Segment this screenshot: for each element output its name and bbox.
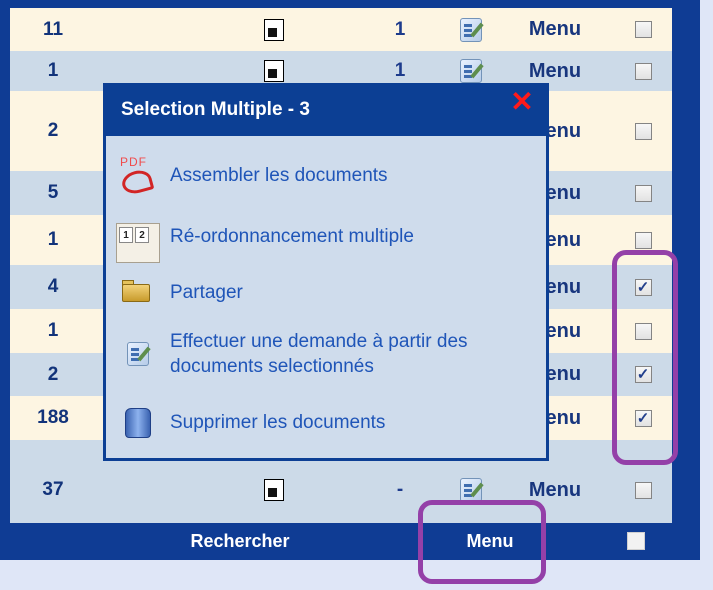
row-number: 1	[47, 320, 59, 341]
row-checkbox[interactable]	[628, 91, 658, 171]
select-all-checkbox[interactable]	[627, 532, 645, 550]
action-label[interactable]: Supprimer les documents	[170, 410, 385, 435]
action-delete[interactable]: Supprimer les documents	[106, 398, 546, 446]
row-number: 5	[47, 182, 59, 203]
checkbox-mark	[634, 21, 652, 38]
row-number: 1	[47, 60, 59, 81]
folder-icon	[116, 272, 160, 312]
menu-link[interactable]: Menu	[520, 8, 590, 51]
row-checkbox[interactable]	[628, 465, 658, 515]
search-button[interactable]: Rechercher	[170, 531, 310, 552]
trash-icon	[116, 402, 160, 442]
row-count: 1	[394, 18, 406, 40]
row-number: 1	[47, 229, 59, 250]
row-number: 2	[47, 363, 59, 385]
selection-multiple-popup: Selection Multiple - 3 ✕ PDF Assembler l…	[103, 83, 549, 461]
highlight-annotation	[418, 500, 546, 584]
checkbox-mark	[634, 62, 652, 80]
row-number: 2	[47, 120, 59, 141]
table-footer: Rechercher Menu	[10, 523, 672, 560]
checkbox-mark	[634, 122, 652, 140]
pdf-icon: PDF	[116, 155, 160, 197]
row-number: 4	[47, 276, 59, 297]
document-icon[interactable]	[260, 8, 288, 51]
row-count: -	[396, 479, 404, 500]
row-number: 37	[42, 479, 64, 500]
row-number: 11	[42, 18, 64, 40]
checkbox-mark	[634, 184, 652, 202]
row-checkbox[interactable]	[628, 8, 658, 51]
popup-title: Selection Multiple - 3	[121, 99, 310, 120]
row-checkbox[interactable]	[628, 171, 658, 215]
popup-actions-panel: PDF Assembler les documents 12 Ré-ordonn…	[106, 136, 546, 458]
request-icon[interactable]	[454, 8, 488, 51]
close-icon[interactable]: ✕	[509, 88, 535, 116]
action-assemble[interactable]: PDF Assembler les documents	[106, 151, 546, 199]
action-share[interactable]: Partager	[106, 270, 546, 314]
action-label[interactable]: Ré-ordonnancement multiple	[170, 224, 414, 249]
action-reorder[interactable]: 12 Ré-ordonnancement multiple	[106, 212, 546, 263]
row-number: 188	[37, 407, 69, 428]
document-icon[interactable]	[260, 465, 288, 515]
checkbox-mark	[634, 481, 652, 499]
reorder-icon: 12	[116, 223, 160, 263]
action-label[interactable]: Effectuer une demande à partir des docum…	[170, 329, 530, 379]
row-checkbox[interactable]	[628, 51, 658, 91]
checkbox-mark	[634, 231, 652, 249]
table-row: 11 1 Menu	[10, 8, 672, 51]
action-label[interactable]: Partager	[170, 280, 243, 305]
action-request[interactable]: Effectuer une demande à partir des docum…	[106, 319, 546, 389]
highlight-annotation	[612, 250, 678, 465]
action-label[interactable]: Assembler les documents	[170, 163, 388, 188]
request-icon	[116, 334, 160, 374]
